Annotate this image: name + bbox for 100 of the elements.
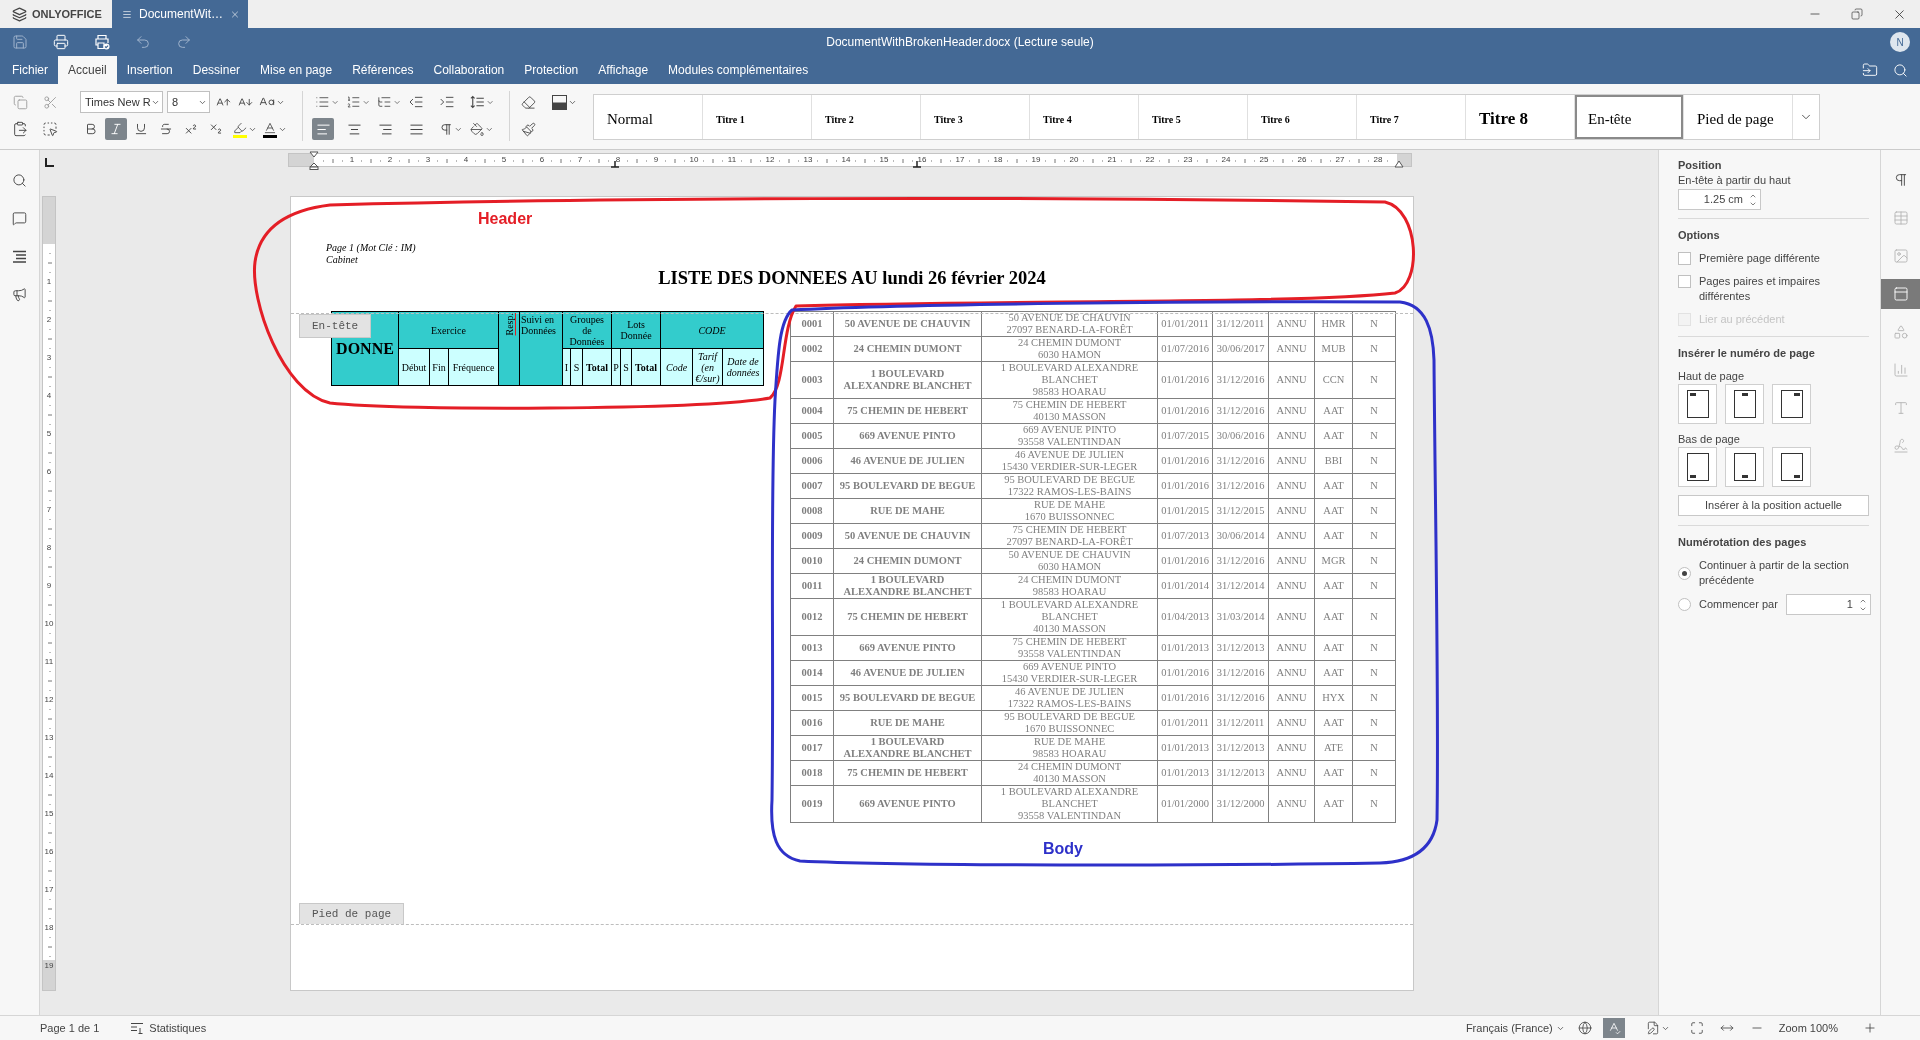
table-cell: 50 AVENUE DE CHAUVIN <box>833 311 982 337</box>
style-preset[interactable]: Titre 5 <box>1139 95 1248 139</box>
field-label: En-tête à partir du haut <box>1678 173 1792 187</box>
align-left-button[interactable] <box>312 118 334 140</box>
table-cell: 01/01/2013 <box>1157 635 1213 661</box>
style-preset[interactable]: Titre 2 <box>812 95 921 139</box>
style-preset[interactable]: Titre 6 <box>1248 95 1357 139</box>
page-number-position-button[interactable] <box>1772 447 1811 487</box>
language-button[interactable]: Français (France) <box>1465 1019 1565 1037</box>
search-icon <box>12 172 27 188</box>
style-preset[interactable]: Pied de page <box>1684 95 1793 139</box>
table-cell: N <box>1352 548 1396 574</box>
style-preset[interactable]: Titre 1 <box>703 95 812 139</box>
ruler-number: 4 <box>463 155 469 165</box>
table-cell: 31/12/2013 <box>1212 735 1269 761</box>
table-cell: ANNU <box>1268 685 1315 711</box>
style-preset[interactable]: En-tête <box>1575 95 1684 139</box>
table-cell: N <box>1352 635 1396 661</box>
page-number-position-button[interactable] <box>1772 384 1811 424</box>
spell-check-button[interactable] <box>1602 1018 1625 1038</box>
table-cell: 1 BOULEVARD ALEXANDRE BLANCHET 93558 VALENTINDAN <box>981 785 1158 823</box>
page-number-position-icon <box>1780 390 1803 418</box>
zoom-level: Zoom 100% <box>1778 1020 1838 1036</box>
field-label: Haut de page <box>1678 369 1746 383</box>
menu-tab[interactable]: Insertion <box>116 56 183 84</box>
table-cell: 0008 <box>790 498 834 524</box>
menu-tab[interactable]: Mise en page <box>250 56 343 84</box>
menu-tab[interactable]: Dessiner <box>182 56 251 84</box>
insert-at-position-button[interactable]: Insérer à la position actuelle <box>1678 495 1869 516</box>
table-cell: 01/04/2013 <box>1157 598 1213 636</box>
page-number-position-button[interactable] <box>1725 447 1764 487</box>
document-tab[interactable]: DocumentWit… <box>112 0 248 28</box>
table-cell: 01/01/2011 <box>1157 311 1213 337</box>
section-title: Numérotation des pages <box>1678 535 1808 549</box>
statistics-button[interactable]: Statistiques <box>131 1019 207 1037</box>
style-preset[interactable]: Titre 8 <box>1466 95 1575 139</box>
table-cell: ANNU <box>1268 760 1315 786</box>
ruler-number: 5 <box>501 155 507 165</box>
table-header-cell: Lots Donnée <box>611 311 661 349</box>
menu-tab[interactable]: Fichier <box>2 56 58 84</box>
menu-tab[interactable]: Affichage <box>588 56 659 84</box>
line-spacing-icon <box>470 94 485 110</box>
table-cell: AAT <box>1314 473 1353 499</box>
table-cell: 95 BOULEVARD DE BEGUE 1670 BUISSONNEC <box>981 710 1158 736</box>
ruler-number: 19 <box>43 961 55 971</box>
table-cell: ANNU <box>1268 598 1315 636</box>
checkbox[interactable] <box>1678 252 1691 265</box>
page-number-position-button[interactable] <box>1725 384 1764 424</box>
fit-page-icon <box>1689 1021 1704 1035</box>
style-preset[interactable]: Titre 3 <box>921 95 1030 139</box>
style-preset[interactable]: Titre 7 <box>1357 95 1466 139</box>
style-preset[interactable]: Normal <box>594 95 703 139</box>
table-cell: 75 CHEMIN DE HEBERT 93558 VALENTINDAN <box>981 635 1158 661</box>
menu-tab[interactable]: Modules complémentaires <box>658 56 819 84</box>
font-name-field[interactable]: Times New R <box>80 91 163 113</box>
table-cell: 01/01/2015 <box>1157 498 1213 524</box>
table-cell: 669 AVENUE PINTO <box>833 635 982 661</box>
radio-button[interactable] <box>1678 598 1691 611</box>
table-cell: 31/12/2016 <box>1212 473 1269 499</box>
table-cell: 31/12/2015 <box>1212 498 1269 524</box>
table-cell: ANNU <box>1268 523 1315 549</box>
number-field[interactable]: 1.25 cm <box>1678 189 1761 210</box>
table-header-cell: Suivi en Données <box>519 311 563 386</box>
header-footer-settings-tab[interactable] <box>1881 279 1920 309</box>
table-cell: 1 BOULEVARD ALEXANDRE BLANCHET <box>833 573 982 599</box>
table-cell: 31/12/2016 <box>1212 548 1269 574</box>
menu-tab[interactable]: Collaboration <box>423 56 515 84</box>
page-number-position-icon <box>1686 453 1709 481</box>
section-title: Position <box>1678 158 1723 172</box>
search-icon <box>1892 62 1908 78</box>
cut-icon <box>42 94 58 110</box>
italic-button[interactable] <box>105 118 127 140</box>
font-size-field[interactable]: 8 <box>167 91 210 113</box>
ruler-number: 11 <box>727 155 737 165</box>
table-header-cell: Fréquence <box>448 348 499 386</box>
user-avatar[interactable]: N <box>1890 32 1910 52</box>
table-cell: 0009 <box>790 523 834 549</box>
ruler-number: 15 <box>879 155 889 165</box>
menu-tab[interactable]: Accueil <box>58 56 117 84</box>
logo-icon <box>12 6 27 22</box>
table-cell: ANNU <box>1268 311 1315 337</box>
left-tab-icon[interactable] <box>44 158 54 168</box>
radio-button[interactable] <box>1678 566 1691 580</box>
page-number-position-button[interactable] <box>1678 447 1717 487</box>
menu-tab[interactable]: Références <box>342 56 424 84</box>
table-cell: AAT <box>1314 423 1353 449</box>
menu-tab[interactable]: Protection <box>514 56 589 84</box>
ruler-number: 2 <box>387 155 393 165</box>
table-cell: 669 AVENUE PINTO 15430 VERDIER-SUR-LEGER <box>981 660 1158 686</box>
paintbrush-icon <box>520 121 536 137</box>
table-cell: 669 AVENUE PINTO 93558 VALENTINDAN <box>981 423 1158 449</box>
tab-stop-icon <box>611 161 619 168</box>
page-number-position-button[interactable] <box>1678 384 1717 424</box>
table-cell: 0013 <box>790 635 834 661</box>
justify-icon <box>408 121 424 137</box>
checkbox[interactable] <box>1678 275 1691 288</box>
number-field[interactable]: 1 <box>1785 594 1871 615</box>
table-cell: N <box>1352 685 1396 711</box>
table-cell: 0019 <box>790 785 834 823</box>
style-preset[interactable]: Titre 4 <box>1030 95 1139 139</box>
